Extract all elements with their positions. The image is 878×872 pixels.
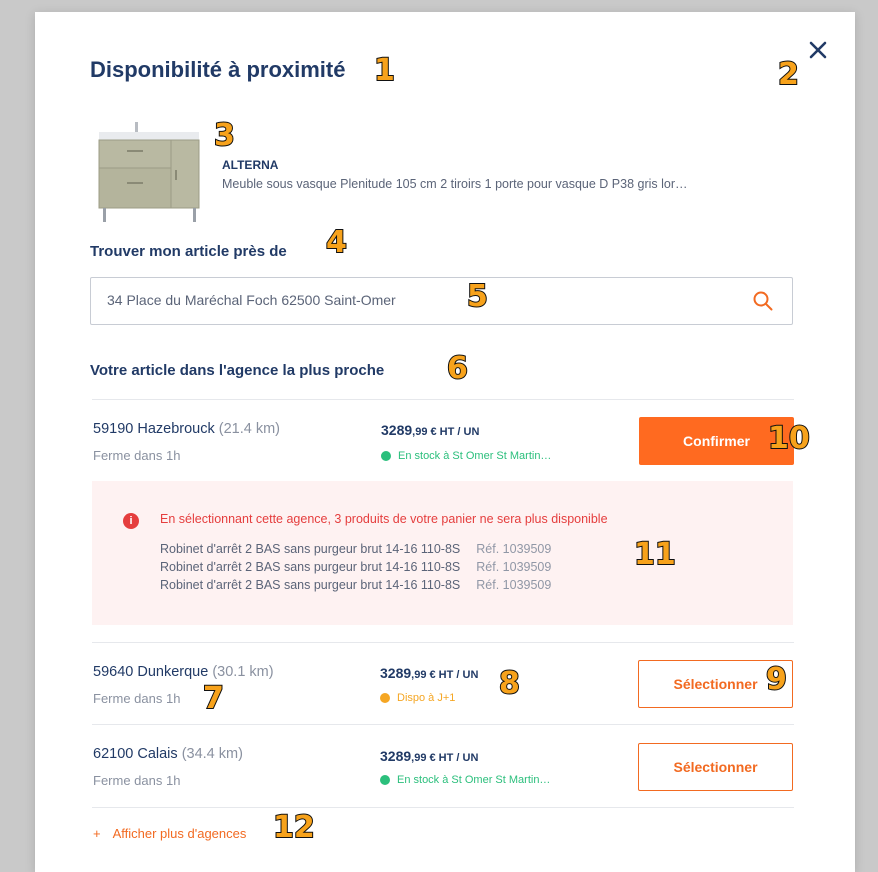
find-article-label: Trouver mon article près de: [90, 243, 287, 260]
annotation-5: 5: [466, 279, 489, 314]
select-button[interactable]: Sélectionner: [638, 743, 793, 791]
unavailable-product: Robinet d'arrêt 2 BAS sans purgeur brut …: [160, 560, 552, 574]
divider: [92, 724, 794, 725]
agency-price: 3289,99 € HT / UN: [380, 665, 479, 681]
stock-status: En stock à St Omer St Martin…: [380, 774, 550, 786]
annotation-9: 9: [765, 662, 788, 697]
close-icon[interactable]: [807, 39, 829, 61]
divider: [92, 399, 794, 400]
stock-status: Dispo à J+1: [380, 692, 455, 704]
annotation-10: 10: [767, 421, 811, 456]
plus-icon: +: [93, 826, 101, 841]
divider: [92, 807, 794, 808]
nearest-agency-label: Votre article dans l'agence la plus proc…: [90, 362, 385, 379]
address-search-input[interactable]: [91, 278, 727, 322]
delayed-dot-icon: [380, 693, 390, 703]
stock-status: En stock à St Omer St Martin…: [381, 450, 551, 462]
availability-modal: Disponibilité à proximité ALTERNA Meuble…: [35, 12, 855, 872]
product-brand: ALTERNA: [222, 158, 279, 172]
agency-closing-time: Ferme dans 1h: [93, 691, 181, 706]
agency-name[interactable]: 59190 Hazebrouck (21.4 km): [93, 421, 280, 437]
divider: [92, 642, 794, 643]
agency-price: 3289,99 € HT / UN: [381, 422, 480, 438]
annotation-6: 6: [446, 351, 469, 386]
unavailable-products-list: Robinet d'arrêt 2 BAS sans purgeur brut …: [160, 542, 551, 596]
show-more-agencies-link[interactable]: + Afficher plus d'agences: [93, 826, 246, 841]
warning-icon: i: [123, 513, 139, 529]
annotation-8: 8: [498, 666, 521, 701]
annotation-3: 3: [213, 118, 236, 153]
unavailable-product: Robinet d'arrêt 2 BAS sans purgeur brut …: [160, 578, 552, 592]
agency-closing-time: Ferme dans 1h: [93, 448, 181, 463]
in-stock-dot-icon: [381, 451, 391, 461]
annotation-4: 4: [325, 225, 348, 260]
unavailable-product: Robinet d'arrêt 2 BAS sans purgeur brut …: [160, 542, 552, 556]
warning-message: En sélectionnant cette agence, 3 produit…: [160, 512, 608, 526]
product-description: Meuble sous vasque Plenitude 105 cm 2 ti…: [222, 177, 688, 191]
modal-title: Disponibilité à proximité: [90, 57, 346, 82]
agency-closing-time: Ferme dans 1h: [93, 773, 181, 788]
annotation-1: 1: [373, 53, 396, 88]
agency-name[interactable]: 59640 Dunkerque (30.1 km): [93, 664, 274, 680]
search-icon[interactable]: [752, 290, 774, 312]
annotation-12: 12: [272, 810, 316, 845]
agency-name[interactable]: 62100 Calais (34.4 km): [93, 746, 243, 762]
annotation-7: 7: [202, 681, 225, 716]
product-image: [98, 122, 200, 222]
agency-price: 3289,99 € HT / UN: [380, 748, 479, 764]
annotation-2: 2: [777, 57, 800, 92]
in-stock-dot-icon: [380, 775, 390, 785]
address-search-field: [90, 277, 793, 325]
annotation-11: 11: [633, 537, 677, 572]
